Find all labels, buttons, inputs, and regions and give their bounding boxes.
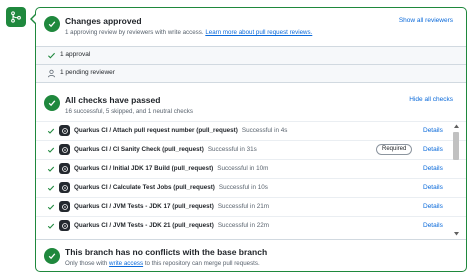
- check-icon: [47, 185, 55, 191]
- check-name: Quarkus CI / Calculate Test Jobs (pull_r…: [74, 184, 268, 191]
- check-row: Quarkus CI / CI Sanity Check (pull_reque…: [36, 140, 466, 159]
- checks-scrollbar[interactable]: [453, 123, 459, 237]
- details-link[interactable]: Details: [423, 184, 443, 191]
- learn-more-link[interactable]: Learn more about pull request reviews.: [205, 29, 312, 36]
- check-status: Successful in 10m: [217, 165, 269, 172]
- scroll-down-arrow-icon[interactable]: [453, 231, 459, 237]
- approvals-summary-row[interactable]: 1 approval: [36, 47, 466, 64]
- check-status: Successful in 10s: [218, 184, 268, 191]
- check-row: Quarkus CI / Calculate Test Jobs (pull_r…: [36, 178, 466, 197]
- check-status: Successful in 22m: [217, 222, 269, 229]
- github-actions-icon: [59, 144, 70, 155]
- checks-title: All checks have passed: [65, 95, 161, 105]
- required-badge: Required: [376, 144, 413, 155]
- check-icon: [47, 147, 55, 153]
- checks-subtitle: 16 successful, 5 skipped, and 1 neutral …: [65, 108, 193, 115]
- check-row: Quarkus CI / Attach pull request number …: [36, 121, 466, 140]
- conflicts-subtitle-pre: Only those with: [65, 260, 108, 267]
- check-name: Quarkus CI / JVM Tests - JDK 21 (pull_re…: [74, 222, 269, 229]
- check-name: Quarkus CI / CI Sanity Check (pull_reque…: [74, 146, 257, 153]
- checks-list: Quarkus CI / Attach pull request number …: [36, 121, 466, 239]
- check-name: Quarkus CI / JVM Tests - JDK 17 (pull_re…: [74, 203, 269, 210]
- check-name-text: Quarkus CI / Initial JDK 17 Build (pull_…: [74, 165, 214, 172]
- pending-reviewer-label: 1 pending reviewer: [60, 69, 115, 76]
- approval-title: Changes approved: [65, 16, 142, 26]
- scroll-up-arrow-icon[interactable]: [453, 123, 459, 129]
- check-icon: [48, 52, 56, 59]
- check-name: Quarkus CI / Initial JDK 17 Build (pull_…: [74, 165, 268, 172]
- approvals-count: 1 approval: [60, 51, 91, 58]
- check-icon: [47, 166, 55, 172]
- check-status: Successful in 21m: [217, 203, 269, 210]
- box-pointer-inner: [32, 15, 36, 23]
- approval-subtitle-text: 1 approving review by reviewers with wri…: [65, 29, 204, 36]
- hide-all-checks-link[interactable]: Hide all checks: [409, 96, 453, 103]
- check-row: Quarkus CI / JVM Tests - JDK 17 (pull_re…: [36, 197, 466, 216]
- checks-section: All checks have passed 16 successful, 5 …: [36, 83, 466, 121]
- scroll-thumb[interactable]: [453, 132, 459, 160]
- person-icon: [48, 69, 55, 78]
- approved-check-icon: [44, 16, 60, 32]
- details-link[interactable]: Details: [423, 127, 443, 134]
- checks-passed-icon: [44, 95, 60, 111]
- check-status: Successful in 4s: [241, 127, 288, 134]
- check-name-text: Quarkus CI / Attach pull request number …: [74, 127, 238, 134]
- pending-reviewer-row[interactable]: 1 pending reviewer: [36, 65, 466, 82]
- check-icon: [47, 223, 55, 229]
- check-status: Successful in 31s: [207, 146, 257, 153]
- github-actions-icon: [59, 163, 70, 174]
- conflicts-title: This branch has no conflicts with the ba…: [65, 247, 268, 257]
- github-actions-icon: [59, 182, 70, 193]
- check-name-text: Quarkus CI / CI Sanity Check (pull_reque…: [74, 146, 204, 153]
- github-actions-icon: [59, 125, 70, 136]
- details-link[interactable]: Details: [423, 222, 443, 229]
- check-name-text: Quarkus CI / Calculate Test Jobs (pull_r…: [74, 184, 215, 191]
- write-access-link[interactable]: write access: [109, 260, 143, 267]
- conflicts-subtitle: Only those with write access to this rep…: [65, 260, 260, 267]
- github-actions-icon: [59, 201, 70, 212]
- merge-status-box: Changes approved 1 approving review by r…: [35, 7, 467, 272]
- check-name-text: Quarkus CI / JVM Tests - JDK 21 (pull_re…: [74, 222, 214, 229]
- approval-section: Changes approved 1 approving review by r…: [36, 8, 466, 46]
- details-link[interactable]: Details: [423, 146, 443, 153]
- github-actions-icon: [59, 220, 70, 231]
- details-link[interactable]: Details: [423, 165, 443, 172]
- no-conflicts-check-icon: [44, 248, 60, 264]
- check-icon: [47, 204, 55, 210]
- conflicts-subtitle-post: to this repository can merge pull reques…: [144, 260, 260, 267]
- approval-subtitle: 1 approving review by reviewers with wri…: [65, 29, 312, 36]
- check-icon: [47, 128, 55, 134]
- check-name: Quarkus CI / Attach pull request number …: [74, 127, 287, 134]
- conflicts-section: This branch has no conflicts with the ba…: [36, 240, 466, 271]
- check-name-text: Quarkus CI / JVM Tests - JDK 17 (pull_re…: [74, 203, 214, 210]
- details-link[interactable]: Details: [423, 203, 443, 210]
- git-merge-icon: [6, 7, 26, 27]
- show-all-reviewers-link[interactable]: Show all reviewers: [399, 17, 453, 24]
- check-row: Quarkus CI / JVM Tests - JDK 21 (pull_re…: [36, 216, 466, 235]
- check-row: Quarkus CI / Initial JDK 17 Build (pull_…: [36, 159, 466, 178]
